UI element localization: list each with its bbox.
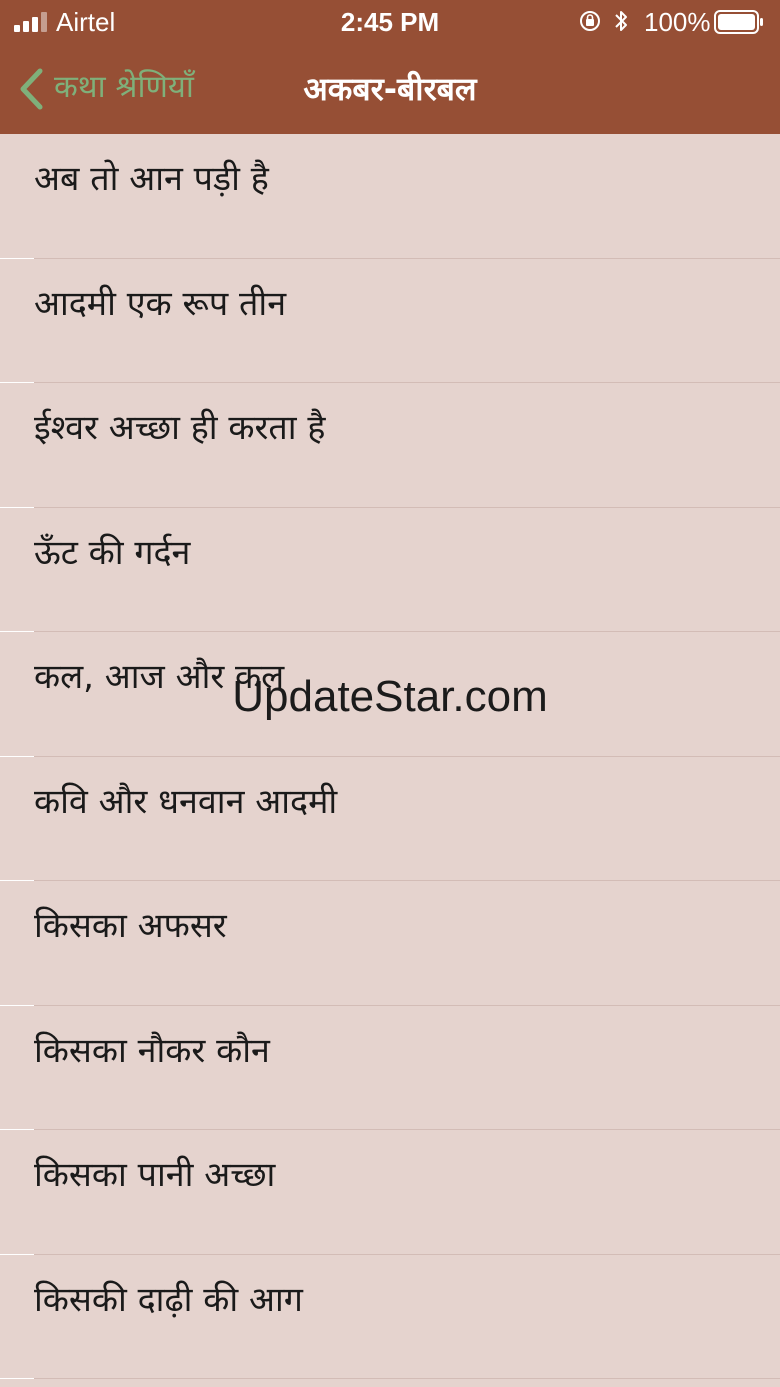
list-item[interactable]: किसकी दाढ़ी की आग — [0, 1255, 780, 1379]
story-list: अब तो आन पड़ी है आदमी एक रूप तीन ईश्वर अ… — [0, 134, 780, 1379]
row-divider — [0, 1378, 780, 1379]
list-item-label: किसका अफसर — [34, 906, 227, 946]
list-item-label: अब तो आन पड़ी है — [34, 159, 269, 199]
list-item-label: आदमी एक रूप तीन — [34, 283, 287, 324]
top-bar: Airtel 2:45 PM 100% कथा श्रेणियाँ अकबर-ब… — [0, 0, 780, 134]
list-item[interactable]: अब तो आन पड़ी है — [0, 134, 780, 259]
list-item[interactable]: कवि और धनवान आदमी — [0, 757, 780, 881]
list-item[interactable]: ऊँट की गर्दन — [0, 508, 780, 632]
list-item[interactable]: किसका नौकर कौन — [0, 1006, 780, 1130]
list-item-label: कवि और धनवान आदमी — [34, 781, 338, 822]
bluetooth-icon — [615, 11, 627, 31]
battery-percent: 100% — [644, 7, 711, 37]
navigation-bar: कथा श्रेणियाँ अकबर-बीरबल — [0, 44, 780, 134]
list-item[interactable]: ईश्वर अच्छा ही करता है — [0, 383, 780, 508]
list-item-label: किसका पानी अच्छा — [34, 1155, 276, 1195]
status-bar: Airtel 2:45 PM 100% — [0, 0, 780, 44]
list-item-label: ईश्वर अच्छा ही करता है — [34, 408, 326, 448]
list-item-label: किसकी दाढ़ी की आग — [34, 1279, 303, 1320]
watermark: UpdateStar.com — [232, 672, 548, 721]
page-title: अकबर-बीरबल — [303, 70, 477, 108]
list-item-label: ऊँट की गर्दन — [34, 532, 191, 573]
battery-icon — [714, 10, 763, 34]
rotation-lock-icon — [580, 11, 600, 31]
list-item[interactable]: आदमी एक रूप तीन — [0, 259, 780, 383]
list-item[interactable]: किसका पानी अच्छा — [0, 1130, 780, 1255]
list-item[interactable]: किसका अफसर — [0, 881, 780, 1006]
list-item-label: किसका नौकर कौन — [34, 1030, 270, 1071]
